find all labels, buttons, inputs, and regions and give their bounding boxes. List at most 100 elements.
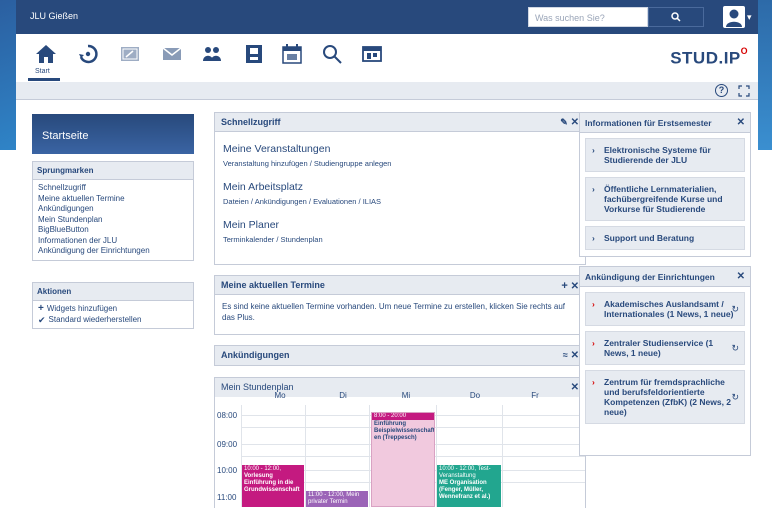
institute-item[interactable]: › Zentrum für fremdsprachliche und beruf…	[585, 370, 745, 424]
background-band-right	[758, 0, 772, 150]
chevron-right-icon: ›	[592, 145, 595, 155]
user-avatar[interactable]	[723, 6, 745, 28]
close-icon[interactable]: ✕	[571, 382, 579, 393]
add-widgets-action[interactable]: + Widgets hinzufügen	[38, 303, 188, 315]
timetable-event[interactable]: 11:00 - 12:00, Mein privater Termin	[306, 491, 368, 507]
quickaccess-group: Mein Arbeitsplatz Dateien / Ankündigunge…	[223, 181, 577, 206]
refresh-icon[interactable]: ↻	[731, 304, 739, 314]
chevron-right-icon: ›	[592, 184, 595, 194]
nav-activity[interactable]	[77, 43, 99, 65]
jumpmark-link[interactable]: Ankündigung der Einrichtungen	[38, 246, 188, 257]
quickaccess-body: Meine Veranstaltungen Veranstaltung hinz…	[215, 132, 585, 244]
search-input[interactable]: Was suchen Sie?	[528, 7, 648, 27]
info-item[interactable]: › Öffentliche Lernmaterialien, fachüberg…	[585, 177, 745, 221]
jumpmark-link[interactable]: Schnellzugriff	[38, 183, 188, 194]
fullscreen-icon[interactable]	[738, 85, 750, 97]
studip-logo[interactable]: STUD.IPᴼ	[670, 45, 748, 69]
info-item[interactable]: › Elektronische Systeme für Studierende …	[585, 138, 745, 172]
institutes-widget: Ankündigung der Einrichtungen ✕ › Akadem…	[579, 266, 751, 456]
nav-search[interactable]	[321, 43, 343, 65]
group-links[interactable]: Veranstaltung hinzufügen / Studiengruppe…	[223, 159, 577, 168]
timetable-event[interactable]: 8:00 - 20:00 Einführung Beispielwissensc…	[371, 412, 435, 507]
refresh-icon[interactable]: ↻	[731, 392, 739, 402]
background-band-left	[0, 0, 16, 150]
nav-profile[interactable]	[243, 43, 265, 65]
page-toolbar: ?	[16, 82, 758, 100]
actions-panel: Aktionen + Widgets hinzufügen ✔ Standard…	[32, 282, 194, 329]
group-title[interactable]: Mein Planer	[223, 219, 577, 231]
close-icon[interactable]: ✕	[571, 350, 579, 361]
jumpmark-link[interactable]: Ankündigungen	[38, 204, 188, 215]
event-title: Vorlesung Einführung in die Grundwissens…	[244, 473, 300, 493]
search-icon	[323, 45, 342, 64]
close-icon[interactable]: ✕	[737, 117, 745, 128]
timetable-event[interactable]: 10:00 - 12:00, Vorlesung Einführung in d…	[242, 465, 304, 507]
nav-courses[interactable]	[119, 43, 141, 65]
group-links[interactable]: Terminkalender / Stundenplan	[223, 235, 577, 244]
site-name[interactable]: JLU Gießen	[30, 11, 78, 21]
day-header: Do	[469, 391, 481, 400]
first-year-info-widget: Informationen für Erstsemester ✕ › Elekt…	[579, 112, 751, 257]
search-button[interactable]	[648, 7, 704, 27]
top-bar: JLU Gießen Was suchen Sie? ▾	[16, 0, 758, 34]
messages-icon	[162, 47, 182, 60]
edit-icon[interactable]: ✎	[560, 117, 568, 127]
restore-default-action[interactable]: ✔ Standard wiederherstellen	[38, 315, 188, 326]
event-time: 8:00 - 20:00	[372, 413, 434, 420]
group-links[interactable]: Dateien / Ankündigungen / Evaluationen /…	[223, 197, 577, 206]
community-icon	[203, 47, 221, 61]
logo-mark-icon: ᴼ	[740, 45, 748, 60]
close-icon[interactable]: ✕	[571, 117, 579, 128]
day-header: Di	[339, 391, 347, 400]
activity-icon	[79, 44, 98, 64]
announcements-widget: Ankündigungen ≈ ✕	[214, 345, 586, 366]
group-title[interactable]: Meine Veranstaltungen	[223, 143, 577, 155]
refresh-icon[interactable]: ↻	[731, 343, 739, 353]
jumpmark-link[interactable]: Mein Stundenplan	[38, 215, 188, 226]
day-header: Fr	[531, 391, 539, 400]
jumpmark-link[interactable]: Meine aktuellen Termine	[38, 194, 188, 205]
chevron-right-icon: ›	[592, 377, 595, 387]
chevron-down-icon[interactable]: ▾	[747, 12, 752, 23]
time-label: 11:00	[217, 493, 237, 502]
widget-header: Schnellzugriff ✎ ✕	[215, 113, 585, 132]
nav-calendar[interactable]	[281, 43, 303, 65]
time-label: 09:00	[217, 440, 238, 449]
event-title: Einführung Beispielwissenschaft en (Trep…	[374, 421, 435, 441]
widget-title: Ankündigungen	[221, 350, 290, 360]
jumpmark-link[interactable]: BigBlueButton	[38, 225, 188, 236]
quickaccess-group: Mein Planer Terminkalender / Stundenplan	[223, 219, 577, 244]
rss-icon[interactable]: ≈	[563, 350, 568, 360]
nav-messages[interactable]	[161, 43, 183, 65]
home-icon	[36, 45, 56, 63]
institute-item[interactable]: › Akademisches Auslandsamt / Internation…	[585, 292, 745, 326]
widget-title: Meine aktuellen Termine	[221, 280, 325, 290]
widget-title: Ankündigung der Einrichtungen	[585, 272, 715, 282]
app-window: JLU Gießen Was suchen Sie? ▾ Start STUD.…	[16, 0, 758, 508]
group-title[interactable]: Mein Arbeitsplatz	[223, 181, 577, 193]
widget-controls: + ✕	[561, 280, 579, 292]
search-icon	[671, 12, 681, 22]
nav-start-label[interactable]: Start	[35, 68, 50, 75]
action-label: Widgets hinzufügen	[46, 304, 118, 313]
widget-title: Schnellzugriff	[221, 117, 281, 127]
institute-item[interactable]: › Zentraler Studienservice (1 News, 1 ne…	[585, 331, 745, 365]
plus-icon[interactable]: +	[561, 280, 567, 292]
help-icon[interactable]: ?	[715, 84, 728, 97]
info-item[interactable]: › Support und Beratung	[585, 226, 745, 250]
logo-text: STUD.IP	[670, 48, 741, 68]
day-header: Mo	[274, 391, 286, 400]
widget-controls: ✎ ✕	[560, 117, 579, 128]
jumpmarks-panel: Sprungmarken Schnellzugriff Meine aktuel…	[32, 161, 194, 261]
close-icon[interactable]: ✕	[737, 271, 745, 282]
nav-community[interactable]	[201, 43, 223, 65]
quickaccess-group: Meine Veranstaltungen Veranstaltung hinz…	[223, 143, 577, 168]
nav-start[interactable]	[35, 43, 57, 65]
info-item-label: Support und Beratung	[604, 233, 695, 243]
close-icon[interactable]: ✕	[571, 281, 579, 292]
jumpmark-link[interactable]: Informationen der JLU	[38, 236, 188, 247]
action-label: Standard wiederherstellen	[48, 314, 142, 324]
widget-header: Ankündigung der Einrichtungen ✕	[580, 267, 750, 287]
timetable-event[interactable]: 10:00 - 12:00, Test-Veranstaltung ME Org…	[437, 465, 501, 507]
nav-tools[interactable]	[361, 43, 383, 65]
